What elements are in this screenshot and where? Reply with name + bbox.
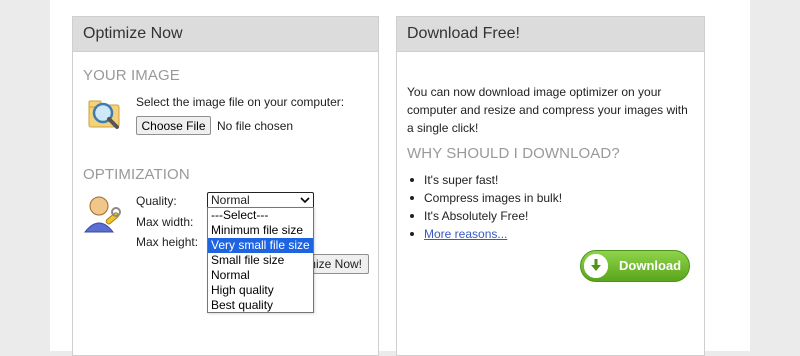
quality-option[interactable]: High quality	[208, 283, 313, 298]
download-panel-title: Download Free!	[397, 17, 704, 52]
your-image-heading: YOUR IMAGE	[83, 67, 180, 84]
quality-option[interactable]: Best quality	[208, 298, 313, 313]
download-description: You can now download image optimizer on …	[407, 83, 697, 137]
quality-label: Quality:	[136, 194, 177, 208]
select-file-instruction: Select the image file on your computer:	[136, 95, 345, 109]
quality-dropdown-list: ---Select--- Minimum file size Very smal…	[207, 207, 314, 313]
download-panel: Download Free! You can now download imag…	[396, 16, 705, 356]
optimization-heading: OPTIMIZATION	[83, 166, 190, 183]
file-status-text: No file chosen	[217, 119, 294, 133]
why-download-heading: WHY SHOULD I DOWNLOAD?	[407, 145, 620, 162]
download-button-label: Download	[619, 258, 682, 273]
optimize-panel-title: Optimize Now	[73, 17, 378, 52]
list-item: It's super fast!	[410, 171, 562, 189]
description-line: You can now download image optimizer on …	[407, 85, 662, 99]
max-width-label: Max width:	[136, 215, 194, 229]
list-item: Compress images in bulk!	[410, 189, 562, 207]
choose-file-button[interactable]: Choose File	[136, 116, 211, 135]
magnifier-folder-icon	[83, 93, 125, 136]
quality-option[interactable]: Small file size	[208, 253, 313, 268]
quality-option[interactable]: Normal	[208, 268, 313, 283]
quality-option[interactable]: Minimum file size	[208, 223, 313, 238]
download-button[interactable]: Download	[580, 250, 690, 282]
quality-option-highlighted[interactable]: Very small file size	[208, 238, 313, 253]
quality-select-value: Normal	[211, 193, 250, 207]
quality-option[interactable]: ---Select---	[208, 208, 313, 223]
user-settings-icon	[83, 192, 125, 237]
list-item: It's Absolutely Free!	[410, 207, 562, 225]
reasons-list: It's super fast! Compress images in bulk…	[410, 171, 562, 243]
list-item: More reasons...	[410, 225, 562, 243]
description-line: a single click!	[407, 121, 479, 135]
more-reasons-link[interactable]: More reasons...	[424, 227, 507, 241]
download-arrow-icon	[584, 254, 608, 278]
max-height-label: Max height:	[136, 235, 199, 249]
description-line: computer and resize and compress your im…	[407, 103, 688, 117]
